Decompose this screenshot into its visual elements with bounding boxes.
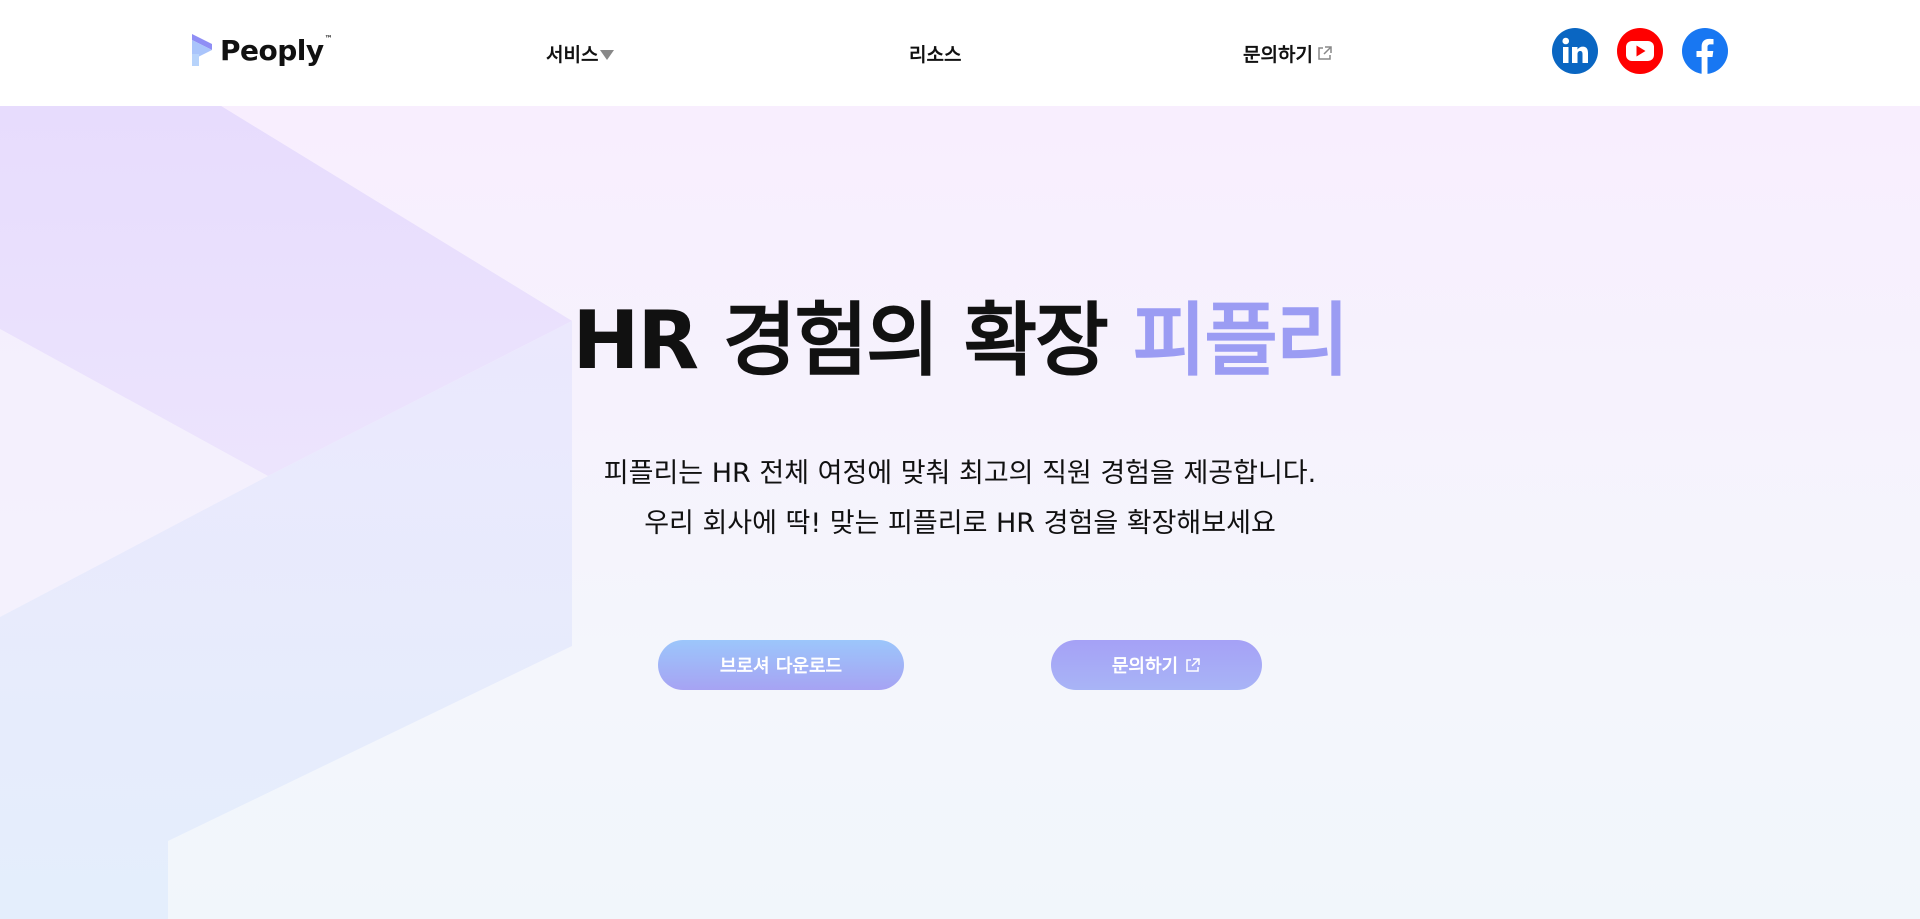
youtube-icon[interactable] [1617,28,1663,74]
hero-title-accent: 피플리 [1132,294,1350,387]
site-header: Peoply ™ 서비스 리소스 문의하기 [0,0,1920,106]
nav-resource-label: 리소스 [909,44,962,66]
hero-subtitle-line-1: 피플리는 HR 전체 여정에 맞춰 최고의 직원 경험을 제공합니다. [603,458,1317,489]
logo[interactable]: Peoply ™ [190,32,333,68]
brochure-download-label: 브로셔 다운로드 [719,656,843,677]
brochure-download-button[interactable]: 브로셔 다운로드 [658,640,904,690]
hero-title: HR 경험의 확장 피플리 [0,276,1920,392]
facebook-icon[interactable] [1682,28,1728,74]
external-link-icon [1318,46,1332,60]
external-link-icon [1186,657,1200,672]
nav-service[interactable]: 서비스 [546,40,615,67]
nav-service-label: 서비스 [546,44,599,66]
contact-button[interactable]: 문의하기 [1051,640,1262,690]
hero-subtitle-line-2: 우리 회사에 딱! 맞는 피플리로 HR 경험을 확장해보세요 [644,508,1276,539]
linkedin-icon[interactable] [1552,28,1598,74]
hero-title-main: HR 경험의 확장 [572,294,1109,387]
nav-contact-label: 문의하기 [1243,44,1313,66]
hero-section: HR 경험의 확장 피플리 피플리는 HR 전체 여정에 맞춰 최고의 직원 경… [0,106,1920,919]
nav-resource[interactable]: 리소스 [909,40,961,67]
logo-text: Peoply [220,33,324,67]
contact-button-label: 문의하기 [1111,656,1179,677]
caret-down-icon [600,50,615,60]
peoply-logo-icon [192,34,212,66]
nav-contact[interactable]: 문의하기 [1243,40,1333,67]
logo-trademark: ™ [324,34,333,43]
